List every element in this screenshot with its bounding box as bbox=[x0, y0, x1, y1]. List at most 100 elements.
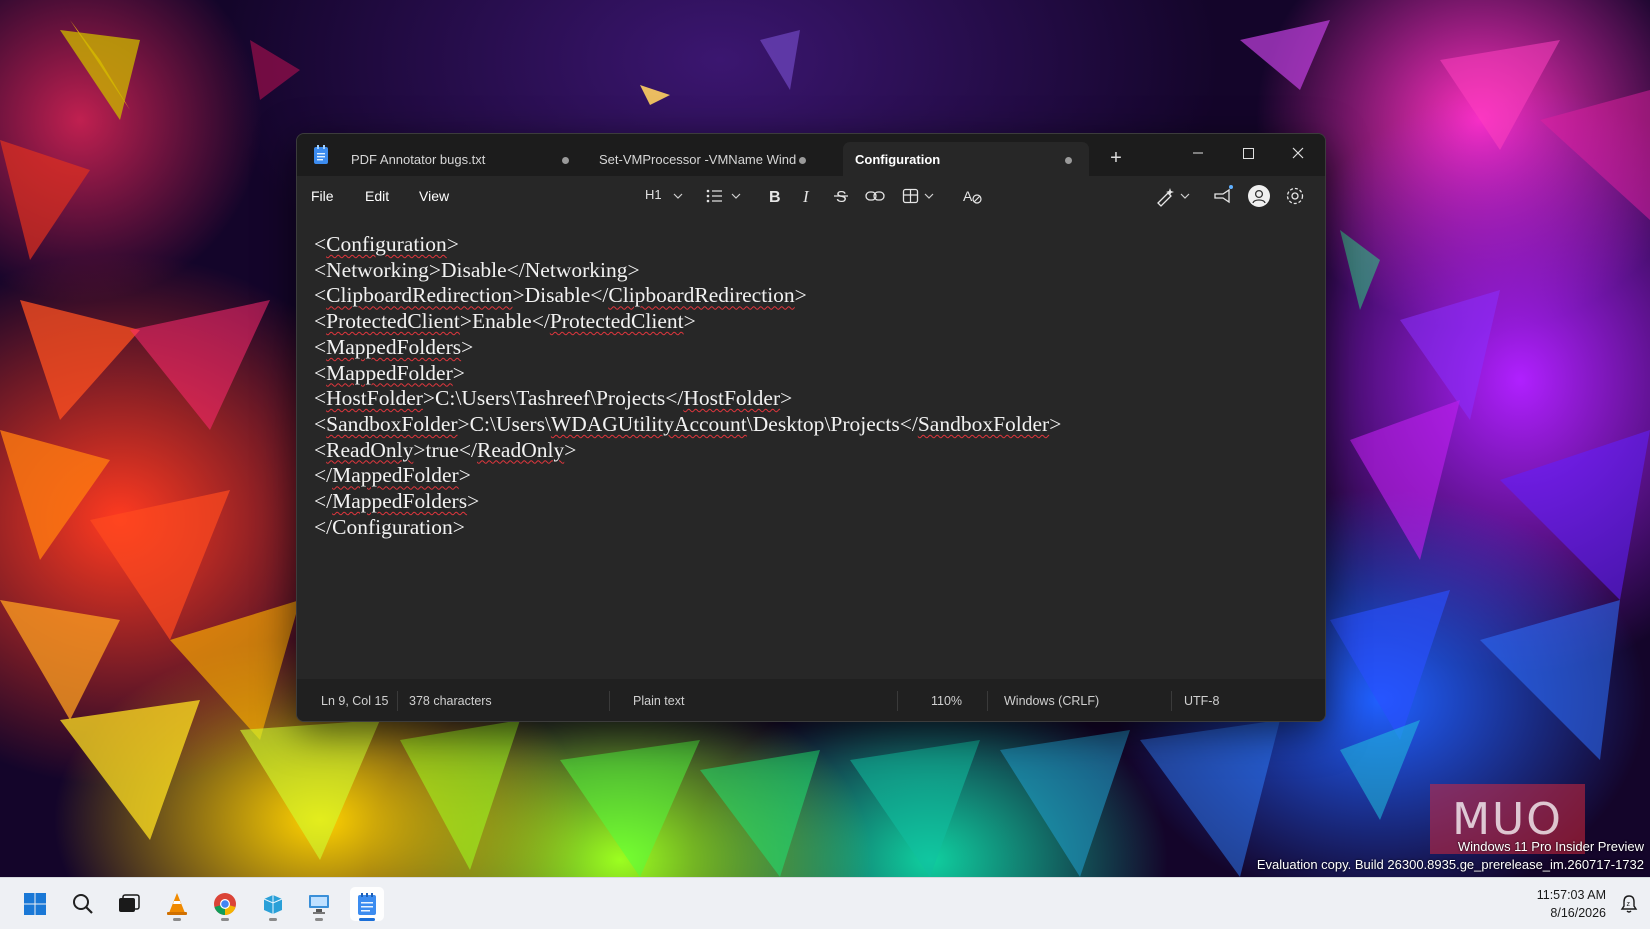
taskbar-start[interactable] bbox=[18, 887, 52, 921]
menu-file[interactable]: File bbox=[311, 188, 334, 204]
bold-button[interactable]: B bbox=[763, 184, 785, 208]
text-format[interactable]: Plain text bbox=[633, 694, 684, 708]
status-divider bbox=[1171, 691, 1172, 711]
status-divider bbox=[609, 691, 610, 711]
vlc-cone-icon bbox=[167, 893, 187, 915]
task-view-icon bbox=[119, 894, 140, 912]
taskbar-remote-desktop[interactable] bbox=[302, 887, 336, 921]
svg-text:S: S bbox=[836, 189, 847, 206]
editor-line: <MappedFolder> bbox=[314, 360, 465, 385]
build-info-text: Evaluation copy. Build 26300.8935.ge_pre… bbox=[1256, 857, 1644, 872]
tab-configuration[interactable]: Configuration bbox=[843, 142, 1089, 176]
system-clock[interactable]: 11:57:03 AM 8/16/2026 bbox=[1537, 886, 1606, 922]
editor-line: <Networking>Disable</Networking> bbox=[314, 257, 640, 282]
minimize-icon bbox=[1193, 152, 1203, 154]
unsaved-indicator bbox=[799, 157, 806, 164]
svg-text:I: I bbox=[802, 187, 810, 206]
maximize-button[interactable] bbox=[1225, 138, 1271, 168]
tab-label: Set-VMProcessor -VMName Wind bbox=[599, 152, 797, 167]
status-bar: Ln 9, Col 15 378 characters Plain text 1… bbox=[297, 679, 1325, 721]
status-divider bbox=[397, 691, 398, 711]
account-button[interactable] bbox=[1247, 184, 1271, 208]
svg-text:B: B bbox=[769, 189, 781, 206]
close-button[interactable] bbox=[1275, 138, 1321, 168]
zoom-level[interactable]: 110% bbox=[931, 694, 962, 708]
clock-time: 11:57:03 AM bbox=[1536, 888, 1606, 902]
active-indicator bbox=[359, 918, 375, 921]
italic-icon: I bbox=[802, 187, 810, 206]
table-dropdown[interactable] bbox=[901, 184, 941, 208]
chrome-icon bbox=[214, 893, 236, 915]
status-divider bbox=[897, 691, 898, 711]
taskbar-notepad[interactable] bbox=[350, 887, 384, 921]
windows-edition-text: Windows 11 Pro Insider Preview bbox=[1457, 839, 1644, 854]
settings-button[interactable] bbox=[1283, 184, 1307, 208]
cursor-position[interactable]: Ln 9, Col 15 bbox=[321, 694, 388, 708]
bold-icon: B bbox=[769, 189, 781, 206]
notification-bell-icon: z bbox=[1620, 895, 1638, 913]
running-indicator bbox=[221, 918, 229, 921]
taskbar-sandbox[interactable] bbox=[256, 887, 290, 921]
notepad-window: PDF Annotator bugs.txt Set-VMProcessor -… bbox=[296, 133, 1326, 722]
clear-formatting-button[interactable]: A bbox=[961, 184, 985, 208]
menu-edit[interactable]: Edit bbox=[365, 188, 389, 204]
italic-button[interactable]: I bbox=[797, 184, 819, 208]
editor-line: <ProtectedClient>Enable</ProtectedClient… bbox=[314, 309, 696, 334]
minimize-button[interactable] bbox=[1175, 138, 1221, 168]
clear-formatting-icon: A bbox=[963, 188, 982, 204]
link-button[interactable] bbox=[863, 184, 887, 208]
taskbar: 11:57:03 AM 8/16/2026 z bbox=[0, 877, 1650, 929]
taskbar-search[interactable] bbox=[66, 887, 100, 921]
menu-view[interactable]: View bbox=[419, 188, 449, 204]
search-icon bbox=[73, 894, 93, 914]
taskbar-vlc[interactable] bbox=[160, 887, 194, 921]
gear-icon bbox=[1286, 187, 1304, 205]
taskbar-task-view[interactable] bbox=[112, 887, 146, 921]
pen-sparkle-icon bbox=[1157, 188, 1190, 207]
notepad-icon bbox=[358, 893, 376, 915]
sandbox-icon bbox=[263, 895, 283, 914]
editor-line: <ClipboardRedirection>Disable</Clipboard… bbox=[314, 283, 807, 308]
unsaved-indicator bbox=[562, 157, 569, 164]
text-editor[interactable]: <Configuration> <Networking>Disable</Netw… bbox=[297, 216, 1325, 679]
remote-desktop-icon bbox=[309, 895, 329, 914]
copilot-dropdown[interactable] bbox=[1155, 184, 1195, 208]
editor-line: </Configuration> bbox=[314, 514, 465, 539]
title-bar[interactable]: PDF Annotator bugs.txt Set-VMProcessor -… bbox=[297, 134, 1325, 176]
strikethrough-button[interactable]: S bbox=[831, 184, 853, 208]
logo-text: MUO bbox=[1452, 794, 1563, 845]
whats-new-button[interactable] bbox=[1211, 184, 1235, 208]
bulleted-list-icon bbox=[706, 189, 741, 203]
editor-line: </MappedFolders> bbox=[314, 489, 480, 514]
chevron-down-icon bbox=[673, 193, 683, 199]
heading-label: H1 bbox=[645, 187, 662, 202]
tab-pdf-annotator[interactable]: PDF Annotator bugs.txt bbox=[339, 142, 575, 176]
taskbar-chrome[interactable] bbox=[208, 887, 242, 921]
heading-dropdown[interactable]: H1 bbox=[645, 184, 687, 208]
svg-text:z: z bbox=[1627, 901, 1631, 908]
running-indicator bbox=[173, 918, 181, 921]
running-indicator bbox=[269, 918, 277, 921]
tab-label: PDF Annotator bugs.txt bbox=[351, 152, 486, 167]
editor-line: <SandboxFolder>C:\Users\WDAGUtilityAccou… bbox=[314, 411, 1062, 436]
editor-line: </MappedFolder> bbox=[314, 463, 471, 488]
clock-date: 8/16/2026 bbox=[1550, 906, 1606, 920]
notepad-app-icon bbox=[314, 145, 328, 164]
new-tab-button[interactable]: + bbox=[1105, 147, 1127, 169]
unsaved-indicator bbox=[1065, 157, 1072, 164]
tab-set-vmprocessor[interactable]: Set-VMProcessor -VMName Wind bbox=[587, 142, 811, 176]
tab-label: Configuration bbox=[855, 152, 941, 167]
list-dropdown[interactable] bbox=[705, 184, 745, 208]
close-icon bbox=[1292, 147, 1304, 159]
editor-line: <HostFolder>C:\Users\Tashreef\Projects</… bbox=[314, 386, 793, 411]
line-ending[interactable]: Windows (CRLF) bbox=[1004, 694, 1099, 708]
maximize-icon bbox=[1243, 148, 1254, 159]
megaphone-icon bbox=[1214, 185, 1233, 204]
status-divider bbox=[987, 691, 988, 711]
link-icon bbox=[865, 191, 885, 201]
windows-logo-icon bbox=[24, 893, 46, 915]
encoding[interactable]: UTF-8 bbox=[1184, 694, 1219, 708]
notification-button[interactable]: z bbox=[1620, 894, 1638, 919]
editor-line: <ReadOnly>true</ReadOnly> bbox=[314, 437, 577, 462]
svg-text:A: A bbox=[963, 188, 973, 204]
